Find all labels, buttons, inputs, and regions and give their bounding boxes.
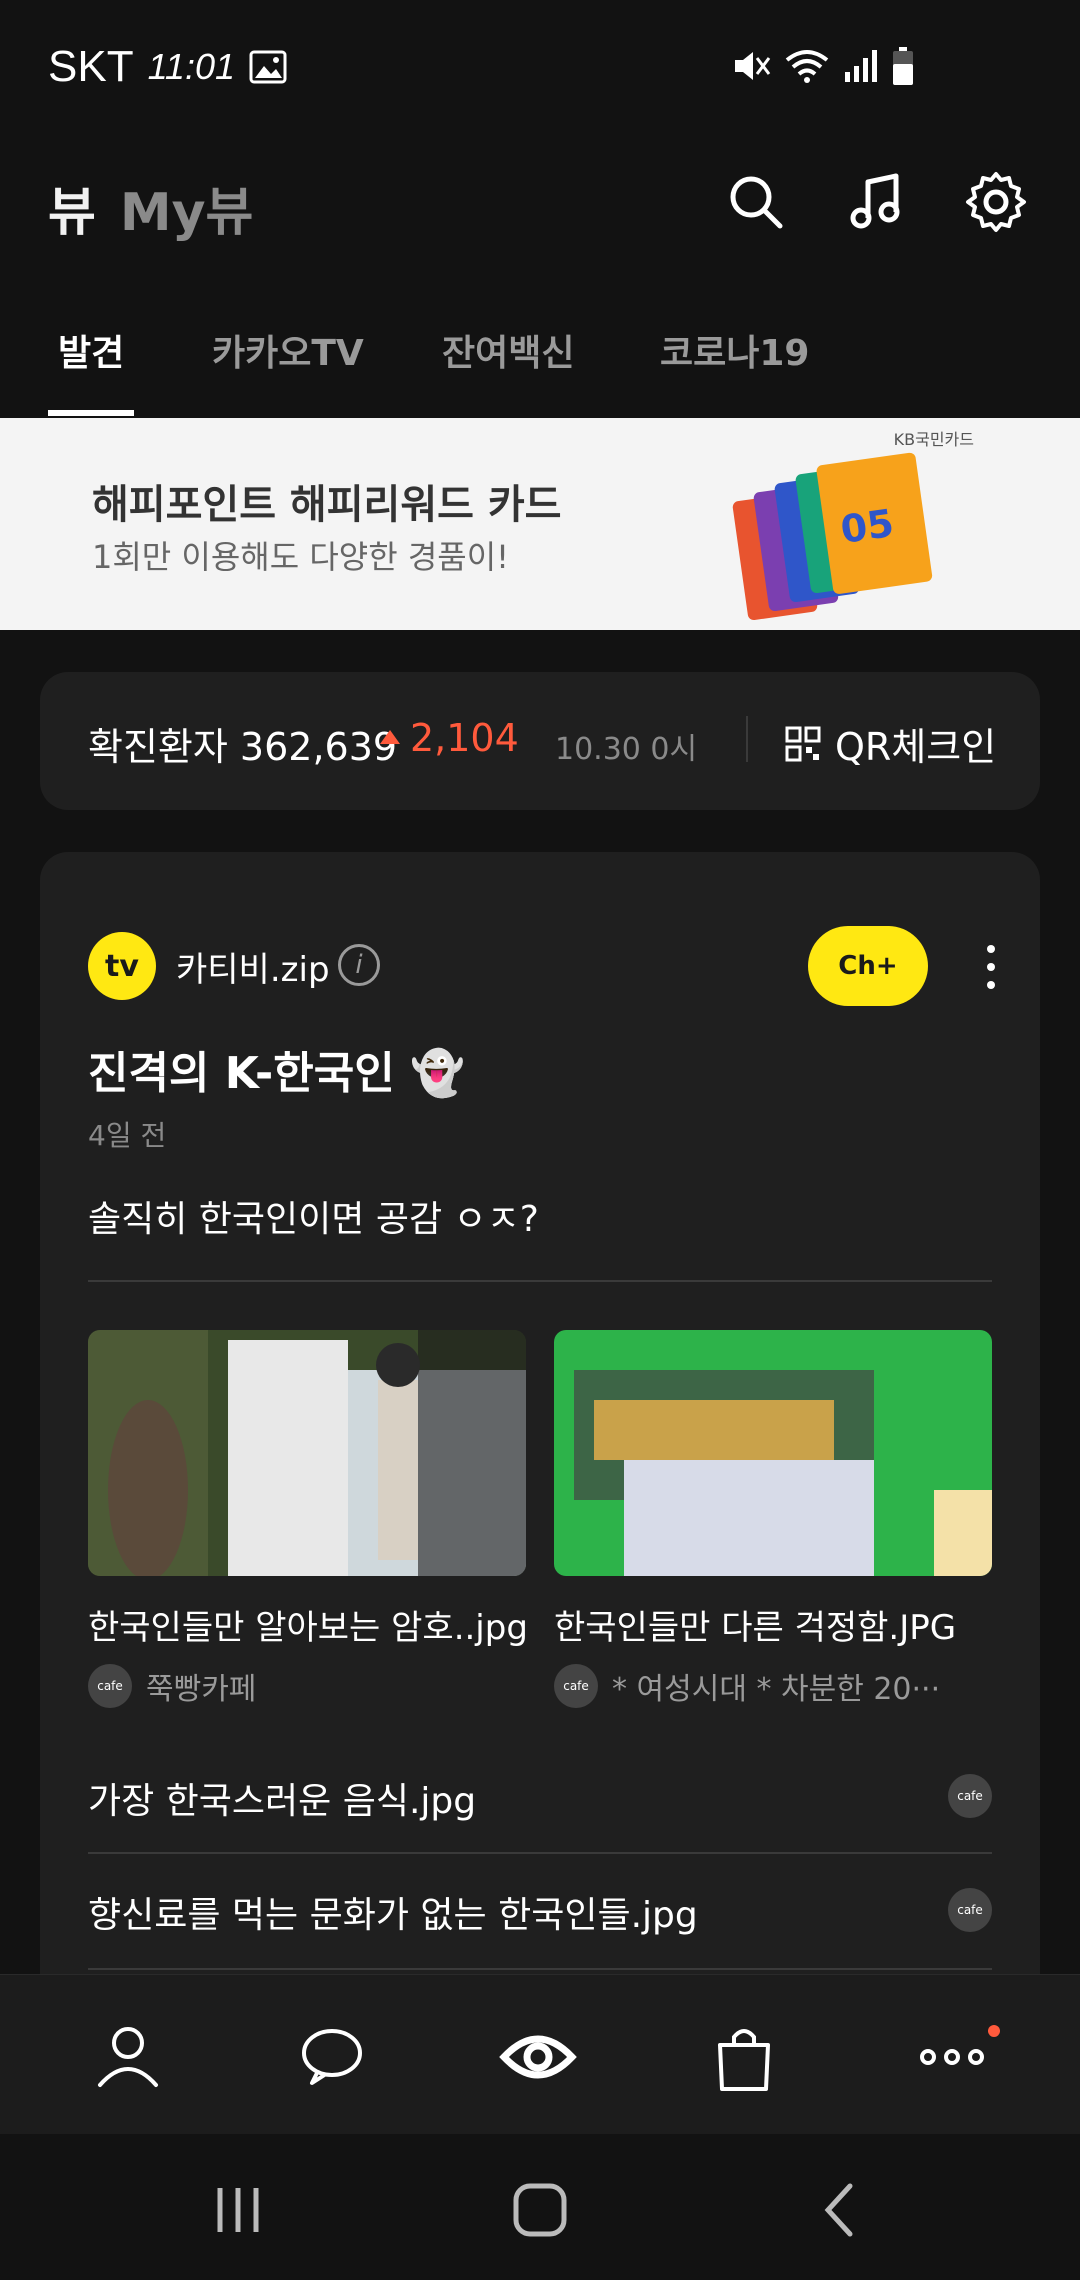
thumbnail-source: cafe * 여성시대 * 차분한 20···: [554, 1664, 940, 1708]
ad-banner[interactable]: 해피포인트 해피리워드 카드 1회만 이용해도 다양한 경품이! KB국민카드 …: [0, 418, 1080, 630]
search-icon[interactable]: [724, 170, 788, 234]
kakaotv-channel-icon[interactable]: tv: [88, 932, 156, 1000]
confirmed-cases-label: 확진환자 362,639: [88, 725, 398, 769]
ad-subtitle: 1회만 이용해도 다양한 경품이!: [92, 538, 509, 576]
divider: [746, 716, 748, 762]
more-vertical-icon[interactable]: [986, 944, 996, 990]
channel-add-label: Ch+: [838, 951, 898, 981]
svg-text:05: 05: [838, 501, 896, 552]
recent-apps-icon[interactable]: [208, 2180, 268, 2240]
status-bar: SKT 11:01: [0, 0, 1080, 140]
photo-fish-bread: [554, 1330, 992, 1576]
thumbnail-title[interactable]: 한국인들만 다른 걱정함.JPG: [554, 1600, 956, 1649]
cafe-icon: cafe: [554, 1664, 598, 1708]
channel-name[interactable]: 카티비.zip: [176, 942, 330, 991]
my-view-tab-label[interactable]: My뷰: [120, 183, 253, 243]
list-item[interactable]: 가장 한국스러운 음식.jpg cafe: [88, 1742, 992, 1852]
list-item-title: 가장 한국스러운 음식.jpg: [88, 1781, 477, 1822]
active-tab-indicator: [48, 410, 134, 416]
notification-dot: [988, 2025, 1000, 2037]
update-time: 10.30 0시: [555, 732, 698, 767]
post-title[interactable]: 진격의 K-한국인 👻: [88, 1037, 465, 1101]
list-item[interactable]: 향신료를 먹는 문화가 없는 한국인들.jpg cafe: [88, 1856, 992, 1966]
tab-covid19[interactable]: 코로나19: [660, 324, 809, 376]
app-header: 뷰 My뷰: [0, 140, 1080, 275]
friends-person-icon[interactable]: [88, 2017, 168, 2097]
feed-card: tv 카티비.zip i Ch+ 진격의 K-한국인 👻 4일 전 솔직히 한국…: [40, 852, 1040, 2032]
system-navigation: [0, 2134, 1080, 2280]
gallery-notification-icon: [249, 50, 287, 84]
music-icon[interactable]: [844, 170, 908, 234]
tab-remaining-vaccine[interactable]: 잔여백신: [442, 324, 574, 376]
more-horizontal-icon[interactable]: [912, 2017, 992, 2097]
top-tabs: 발견 카카오TV 잔여백신 코로나19: [0, 300, 1080, 418]
back-icon[interactable]: [812, 2180, 872, 2240]
source-name: 쭉빵카페: [146, 1672, 257, 1707]
thumbnail-image[interactable]: [554, 1330, 992, 1576]
divider: [88, 1852, 992, 1854]
thumbnail-image[interactable]: [88, 1330, 526, 1576]
divider: [88, 1968, 992, 1970]
settings-gear-icon[interactable]: [964, 170, 1028, 234]
wifi-icon: [785, 50, 829, 83]
clock: 11:01: [147, 46, 235, 87]
view-tab-label[interactable]: 뷰: [48, 183, 96, 243]
info-icon[interactable]: i: [338, 944, 380, 986]
photo-street-sign: [88, 1330, 526, 1576]
ad-brand-logo: KB국민카드: [893, 430, 974, 449]
cafe-icon: cafe: [88, 1664, 132, 1708]
thumbnail-title[interactable]: 한국인들만 알아보는 암호..jpg: [88, 1600, 528, 1649]
tab-kakaotv[interactable]: 카카오TV: [212, 324, 364, 376]
list-item-title: 향신료를 먹는 문화가 없는 한국인들.jpg: [88, 1895, 698, 1936]
divider: [88, 1280, 992, 1282]
credit-card-image: 05: [732, 452, 933, 621]
status-left: SKT 11:01: [48, 42, 287, 92]
channel-add-button[interactable]: Ch+: [808, 926, 928, 1006]
covid-status-card[interactable]: 확진환자 362,639 2,104 10.30 0시 QR체크인: [40, 672, 1040, 810]
brand: 뷰 My뷰: [48, 170, 253, 245]
view-eye-icon[interactable]: [498, 2017, 578, 2097]
status-right: [731, 46, 915, 86]
source-name: * 여성시대 * 차분한 20···: [612, 1672, 941, 1707]
post-time: 4일 전: [88, 1119, 167, 1152]
daily-increase-value: 2,104: [410, 716, 519, 760]
daily-increase: 2,104: [380, 716, 519, 760]
mute-icon: [735, 52, 771, 80]
ad-title: 해피포인트 해피리워드 카드: [92, 482, 562, 528]
battery-icon: [893, 47, 913, 85]
cafe-icon: cafe: [948, 1888, 992, 1932]
chat-bubble-icon[interactable]: [292, 2017, 372, 2097]
carrier-label: SKT: [48, 42, 134, 91]
thumbnail-source: cafe 쭉빵카페: [88, 1664, 256, 1708]
up-triangle-icon: [380, 730, 400, 744]
post-description: 솔직히 한국인이면 공감 ㅇㅈ?: [88, 1199, 539, 1240]
signal-icon: [845, 50, 877, 82]
tab-discover[interactable]: 발견: [58, 324, 124, 376]
home-icon[interactable]: [510, 2180, 570, 2240]
qr-code-icon: [785, 726, 821, 761]
qr-checkin-label: QR체크인: [835, 725, 997, 769]
bottom-navigation: [0, 1974, 1080, 2134]
cafe-icon: cafe: [948, 1774, 992, 1818]
qr-checkin-button[interactable]: QR체크인: [785, 716, 996, 771]
shopping-bag-icon[interactable]: [704, 2017, 784, 2097]
